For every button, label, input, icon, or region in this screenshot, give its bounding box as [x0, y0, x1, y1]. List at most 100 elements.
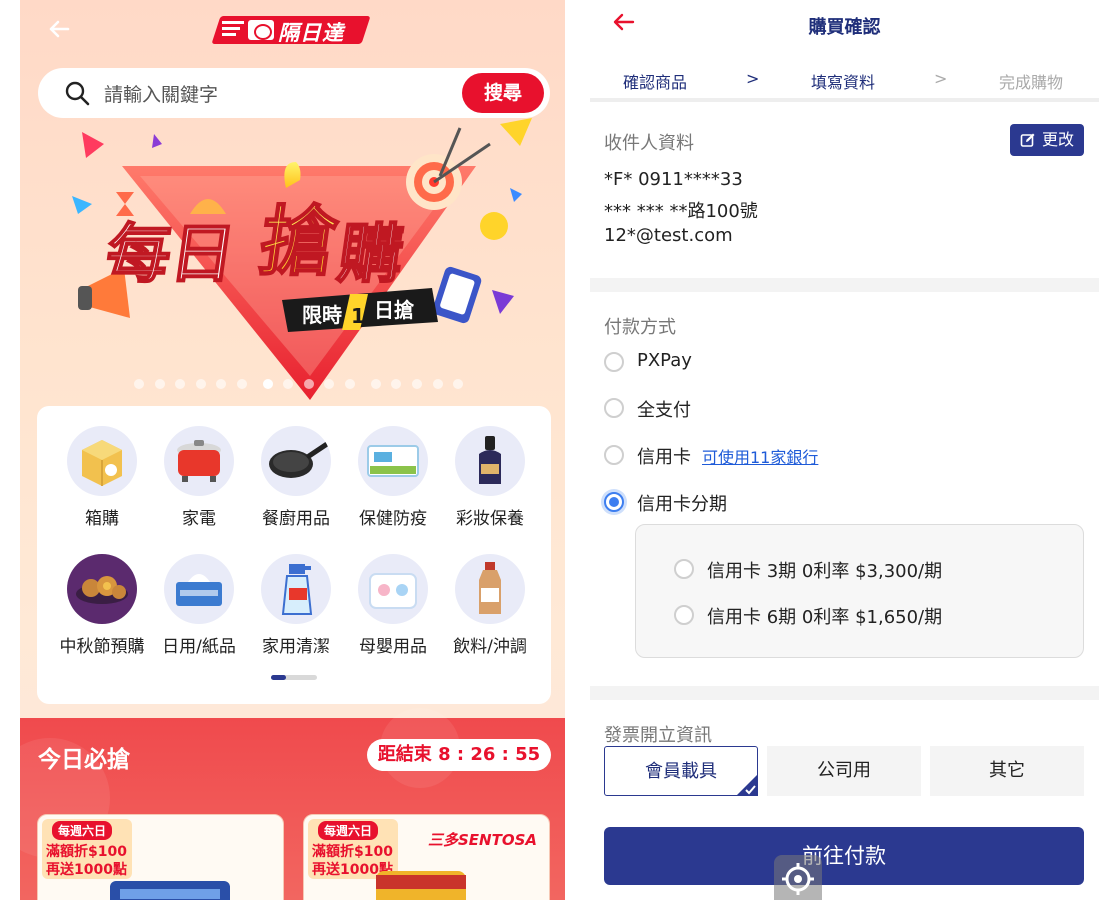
floating-settings-button[interactable]	[774, 855, 822, 900]
installment-label: 信用卡 6期 0利率 $1,650/期	[707, 607, 943, 628]
radio-button[interactable]	[674, 605, 694, 625]
radio-button[interactable]	[674, 559, 694, 579]
mooncake-icon	[76, 576, 128, 604]
diaper-pack-icon	[369, 573, 417, 609]
checkout-header: 購買確認	[590, 0, 1099, 50]
svg-text:搶: 搶	[254, 198, 342, 287]
section-divider	[590, 686, 1099, 700]
edit-icon	[1020, 133, 1035, 147]
recipient-name-phone: *F* 0911****33	[604, 169, 743, 190]
recipient-email: 12*@test.com	[604, 225, 733, 246]
daily-deal-section: 今日必搶 距結束 8 : 26 : 55 每週六日 滿額折$100 再送1000…	[20, 708, 565, 900]
step-confirm-items: 確認商品	[623, 73, 688, 92]
promo-line: 滿額折$100	[46, 844, 127, 860]
svg-text:日搶: 日搶	[374, 298, 414, 322]
radio-button[interactable]	[604, 445, 624, 465]
category-appliances[interactable]: 家電	[151, 426, 247, 529]
proceed-to-payment-button[interactable]: 前往付款	[604, 827, 1084, 885]
daily-deal-banner[interactable]: 每日 搶 購 限時 1 日搶	[20, 118, 565, 408]
screenshot-canvas: 隔日達 請輸入關鍵字 搜尋 每日 搶 購 限時 1 日搶 箱購 家電 餐廚用品 …	[0, 0, 1099, 900]
product-image	[110, 881, 230, 900]
radio-button[interactable]	[604, 352, 624, 372]
search-icon	[65, 81, 90, 106]
invoice-type-tabs: 會員載具 公司用 其它	[604, 746, 1084, 796]
logo-mark-icon	[248, 20, 274, 40]
category-beauty[interactable]: 彩妝保養	[442, 426, 538, 529]
category-grid: 箱購 家電 餐廚用品 保健防疫 彩妝保養 中秋節預購 日用/紙品 家用清潔 母嬰…	[37, 406, 551, 704]
search-button[interactable]: 搜尋	[462, 73, 544, 113]
svg-text:購: 購	[334, 217, 408, 292]
step-fill-info: 填寫資料	[811, 73, 876, 92]
drink-bottle-icon	[479, 562, 501, 614]
app-logo: 隔日達	[211, 12, 372, 48]
search-bar[interactable]: 請輸入關鍵字 搜尋	[38, 68, 550, 118]
category-label: 家電	[182, 509, 216, 529]
promo-tag: 每週六日	[318, 821, 379, 840]
selected-check-icon	[736, 774, 758, 796]
category-mid-autumn[interactable]: 中秋節預購	[54, 554, 150, 657]
invoice-tab-company[interactable]: 公司用	[767, 746, 921, 796]
page-title: 購買確認	[808, 17, 881, 38]
product-image	[376, 871, 466, 900]
installment-options-box: 信用卡 3期 0利率 $3,300/期 信用卡 6期 0利率 $1,650/期	[635, 524, 1084, 658]
available-banks-link[interactable]: 可使用11家銀行	[702, 444, 818, 468]
radio-button[interactable]	[604, 398, 624, 418]
serum-bottle-icon	[479, 436, 501, 484]
brand-logo: 三多SENTOSA	[428, 831, 537, 849]
edit-recipient-button[interactable]: 更改	[1010, 124, 1084, 156]
svg-text:1: 1	[351, 304, 365, 328]
category-label: 彩妝保養	[456, 509, 524, 529]
category-label: 箱購	[85, 509, 119, 529]
promo-tag: 每週六日	[52, 821, 113, 840]
app-home-panel: 隔日達 請輸入關鍵字 搜尋 每日 搶 購 限時 1 日搶 箱購 家電 餐廚用品 …	[20, 0, 565, 900]
spray-bottle-icon	[281, 564, 313, 615]
recipient-section-title: 收件人資料	[604, 133, 694, 154]
category-baby[interactable]: 母嬰用品	[345, 554, 441, 657]
svg-text:限時: 限時	[302, 303, 342, 327]
invoice-tab-other[interactable]: 其它	[930, 746, 1084, 796]
promo-line: 滿額折$100	[312, 844, 393, 860]
rice-cooker-icon	[177, 440, 221, 482]
category-label: 家用清潔	[262, 637, 330, 657]
payment-option-label: 信用卡分期	[637, 494, 727, 515]
checkout-steps: 確認商品 > 填寫資料 > 完成購物	[590, 60, 1099, 102]
category-box-purchase[interactable]: 箱購	[54, 426, 150, 529]
payment-section-title: 付款方式	[604, 317, 676, 338]
recipient-address: *** *** **路100號	[604, 201, 758, 222]
invoice-section-title: 發票開立資訊	[604, 725, 712, 746]
payment-option-label: PXPay	[637, 350, 692, 371]
radio-button-selected[interactable]	[604, 492, 624, 512]
category-cleaning[interactable]: 家用清潔	[248, 554, 344, 657]
step-separator: >	[934, 69, 948, 88]
category-label: 中秋節預購	[59, 637, 145, 657]
checkout-panel: 購買確認 確認商品 > 填寫資料 > 完成購物 收件人資料 更改 *F* 091…	[590, 0, 1099, 900]
countdown-timer: 距結束 8 : 26 : 55	[367, 739, 551, 771]
gear-icon	[782, 863, 814, 895]
box-icon	[82, 440, 122, 486]
step-complete: 完成購物	[999, 73, 1064, 92]
category-label: 飲料/沖調	[453, 637, 527, 657]
category-label: 日用/紙品	[162, 637, 236, 657]
tissue-box-icon	[176, 574, 222, 606]
svg-text:每日: 每日	[102, 217, 240, 292]
daily-deal-title: 今日必搶	[38, 747, 130, 773]
mask-box-icon	[367, 445, 419, 477]
step-separator: >	[746, 69, 760, 88]
category-kitchenware[interactable]: 餐廚用品	[248, 426, 344, 529]
payment-option-label: 全支付	[637, 400, 691, 421]
payment-option-label: 信用卡	[637, 447, 691, 468]
category-pager[interactable]	[271, 675, 317, 680]
section-divider	[590, 278, 1099, 292]
category-label: 保健防疫	[359, 509, 427, 529]
search-input[interactable]: 請輸入關鍵字	[104, 80, 218, 107]
back-arrow-icon[interactable]	[44, 14, 74, 44]
category-health[interactable]: 保健防疫	[345, 426, 441, 529]
deal-product-card[interactable]: 每週六日 滿額折$100 再送1000點	[37, 814, 284, 900]
category-label: 母嬰用品	[359, 637, 427, 657]
logo-text: 隔日達	[278, 21, 344, 45]
category-daily-paper[interactable]: 日用/紙品	[151, 554, 247, 657]
invoice-tab-member-carrier[interactable]: 會員載具	[604, 746, 758, 796]
banner-pagination[interactable]	[134, 374, 474, 389]
category-drinks[interactable]: 飲料/沖調	[442, 554, 538, 657]
deal-product-card[interactable]: 每週六日 滿額折$100 再送1000點 三多SENTOSA	[303, 814, 550, 900]
